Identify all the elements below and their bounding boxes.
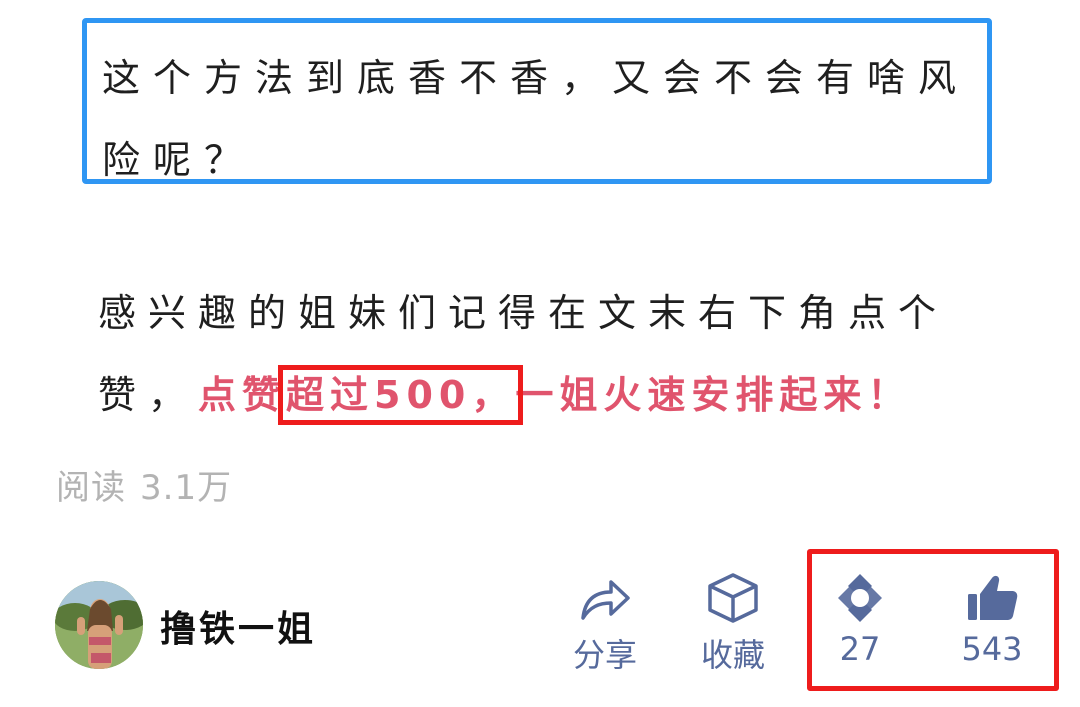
read-count: 阅读 3.1万 xyxy=(56,460,232,509)
read-count-label: 阅读 xyxy=(56,468,126,508)
author-name[interactable]: 撸铁一姐 xyxy=(160,600,316,652)
question-box: 这个方法到底香不香，又会不会有啥风险呢？ xyxy=(82,18,992,184)
read-count-value: 3.1万 xyxy=(140,468,233,508)
actions-highlight-box xyxy=(807,549,1059,691)
share-icon xyxy=(581,580,630,620)
cta-paragraph: 感兴趣的姐妹们记得在文末右下角点个赞，点赞超过500，一姐火速安排起来！ xyxy=(98,272,998,436)
cta-highlight-boxed: 超过500， xyxy=(278,365,524,425)
cta-highlight-rest: 一姐火速安排起来！ xyxy=(515,373,912,417)
author-avatar[interactable] xyxy=(55,581,143,669)
collect-label: 收藏 xyxy=(700,636,765,674)
cta-highlight-like: 点赞 xyxy=(198,373,287,417)
share-label: 分享 xyxy=(572,636,637,674)
collect-icon xyxy=(708,573,758,623)
share-button[interactable]: 分享 xyxy=(560,572,650,676)
question-text: 这个方法到底香不香，又会不会有啥风险呢？ xyxy=(102,56,970,182)
avatar-image xyxy=(55,581,143,669)
collect-button[interactable]: 收藏 xyxy=(688,572,778,676)
